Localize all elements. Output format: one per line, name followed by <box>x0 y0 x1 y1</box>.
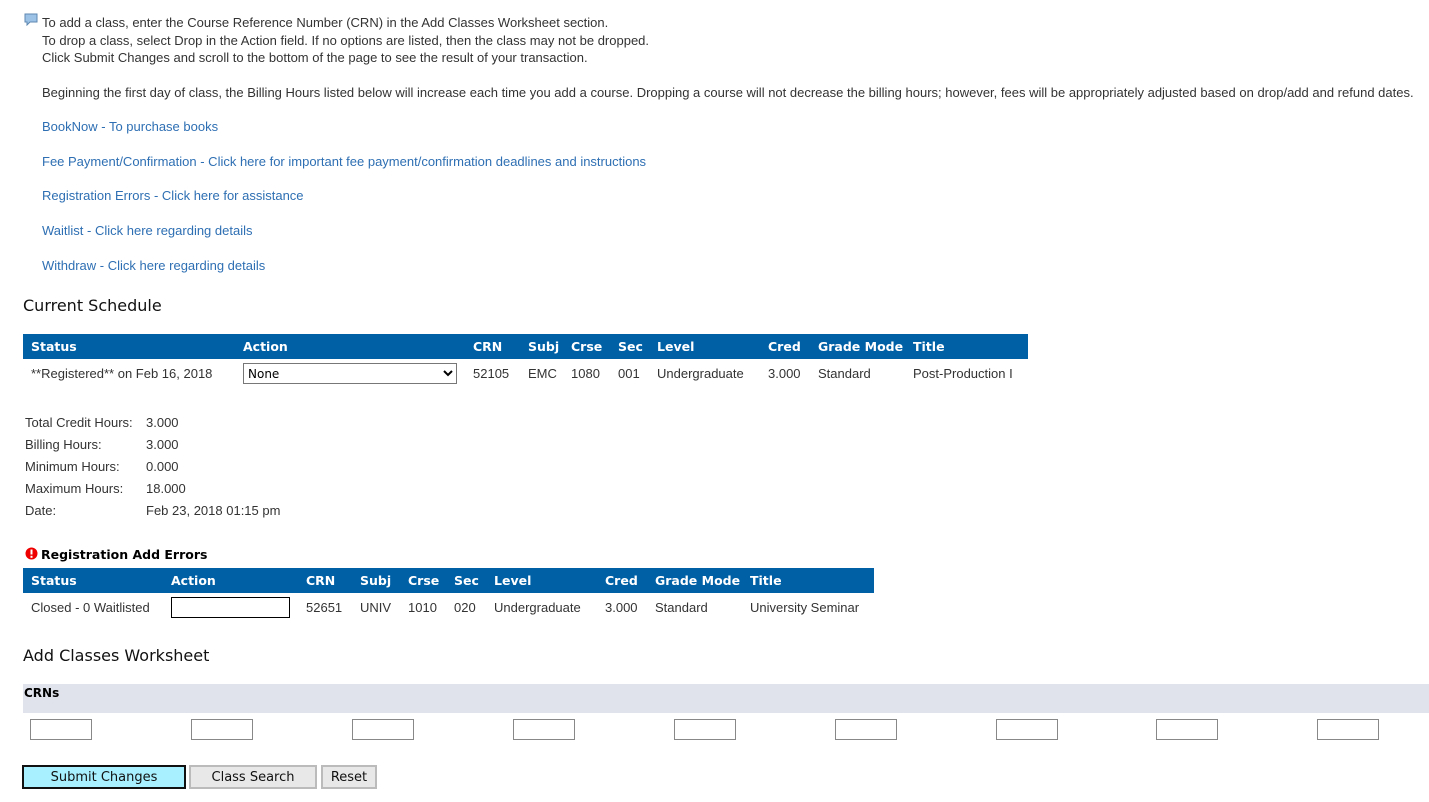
summary-minimum: Minimum Hours: 0.000 <box>25 459 179 474</box>
error-icon <box>25 547 38 560</box>
col-crse: Crse <box>571 334 618 359</box>
crn-input-5[interactable] <box>674 719 736 740</box>
cred-cell: 3.000 <box>768 366 801 381</box>
current-schedule-heading: Current Schedule <box>23 296 162 315</box>
current-schedule-table: Status Action CRN Subj Crse Sec Level Cr… <box>23 334 1028 388</box>
col-action: Action <box>243 334 473 359</box>
table-row: **Registered** on Feb 16, 2018 None 5210… <box>23 359 1028 388</box>
action-select[interactable]: None <box>243 363 457 384</box>
col-crn: CRN <box>473 334 528 359</box>
waitlist-link[interactable]: Waitlist - Click here regarding details <box>42 223 252 238</box>
submit-changes-button[interactable]: Submit Changes <box>22 765 186 789</box>
waitlist-action-select[interactable]: **WAITLIST** <box>171 597 290 618</box>
col-status: Status <box>23 334 243 359</box>
crse-cell: 1080 <box>571 366 600 381</box>
title-cell: University Seminar <box>750 600 860 615</box>
crn-input-1[interactable] <box>30 719 92 740</box>
col-grade-mode: Grade Mode <box>818 334 913 359</box>
col-cred: Cred <box>768 334 818 359</box>
crn-input-4[interactable] <box>513 719 575 740</box>
errors-heading: Registration Add Errors <box>41 547 208 562</box>
table-header: Status Action CRN Subj Crse Sec Level Cr… <box>23 568 874 593</box>
summary-maximum: Maximum Hours: 18.000 <box>25 481 186 496</box>
crn-input-3[interactable] <box>352 719 414 740</box>
subj-cell: UNIV <box>360 600 392 615</box>
errors-table: Status Action CRN Subj Crse Sec Level Cr… <box>23 568 874 622</box>
crn-input-8[interactable] <box>1156 719 1218 740</box>
col-cred: Cred <box>605 568 655 593</box>
class-search-button[interactable]: Class Search <box>189 765 317 789</box>
col-crn: CRN <box>306 568 360 593</box>
sec-cell: 020 <box>454 600 476 615</box>
grade-mode-cell: Standard <box>818 366 871 381</box>
col-sec: Sec <box>618 334 657 359</box>
col-subj: Subj <box>360 568 408 593</box>
grade-mode-cell: Standard <box>655 600 708 615</box>
crns-label: CRNs <box>24 686 60 700</box>
col-grade-mode: Grade Mode <box>655 568 750 593</box>
registration-errors-link[interactable]: Registration Errors - Click here for ass… <box>42 188 304 203</box>
status-cell: **Registered** on Feb 16, 2018 <box>31 366 213 381</box>
col-title: Title <box>750 568 874 593</box>
col-subj: Subj <box>528 334 571 359</box>
table-row: Closed - 0 Waitlisted **WAITLIST** 52651… <box>23 593 874 622</box>
speech-bubble-icon <box>24 13 38 26</box>
instruction-line: To add a class, enter the Course Referen… <box>42 15 609 30</box>
instruction-line: To drop a class, select Drop in the Acti… <box>42 32 650 48</box>
col-action: Action <box>171 568 306 593</box>
booknow-link[interactable]: BookNow - To purchase books <box>42 119 218 134</box>
sec-cell: 001 <box>618 366 640 381</box>
fee-payment-link[interactable]: Fee Payment/Confirmation - Click here fo… <box>42 154 646 169</box>
summary-billing: Billing Hours: 3.000 <box>25 437 179 452</box>
crn-input-9[interactable] <box>1317 719 1379 740</box>
withdraw-link[interactable]: Withdraw - Click here regarding details <box>42 258 265 273</box>
summary-date: Date: Feb 23, 2018 01:15 pm <box>25 503 281 518</box>
level-cell: Undergraduate <box>494 600 581 615</box>
col-sec: Sec <box>454 568 494 593</box>
cred-cell: 3.000 <box>605 600 638 615</box>
col-status: Status <box>23 568 171 593</box>
col-level: Level <box>657 334 768 359</box>
crn-input-6[interactable] <box>835 719 897 740</box>
level-cell: Undergraduate <box>657 366 744 381</box>
reset-button[interactable]: Reset <box>321 765 377 789</box>
subj-cell: EMC <box>528 366 557 381</box>
col-level: Level <box>494 568 605 593</box>
crn-cell: 52105 <box>473 366 510 381</box>
crn-input-2[interactable] <box>191 719 253 740</box>
billing-note: Beginning the first day of class, the Bi… <box>42 85 1414 100</box>
instructions: To add a class, enter the Course Referen… <box>42 14 1414 102</box>
crn-cell: 52651 <box>306 600 343 615</box>
col-title: Title <box>913 334 1028 359</box>
table-header: Status Action CRN Subj Crse Sec Level Cr… <box>23 334 1028 359</box>
crns-band: CRNs <box>23 684 1429 713</box>
crse-cell: 1010 <box>408 600 437 615</box>
instruction-line: Click Submit Changes and scroll to the b… <box>42 50 588 65</box>
summary-total-credit: Total Credit Hours: 3.000 <box>25 415 179 430</box>
title-cell: Post-Production I <box>913 366 1013 381</box>
crn-input-7[interactable] <box>996 719 1058 740</box>
col-crse: Crse <box>408 568 454 593</box>
worksheet-heading: Add Classes Worksheet <box>23 646 210 665</box>
status-cell: Closed - 0 Waitlisted <box>31 600 150 615</box>
